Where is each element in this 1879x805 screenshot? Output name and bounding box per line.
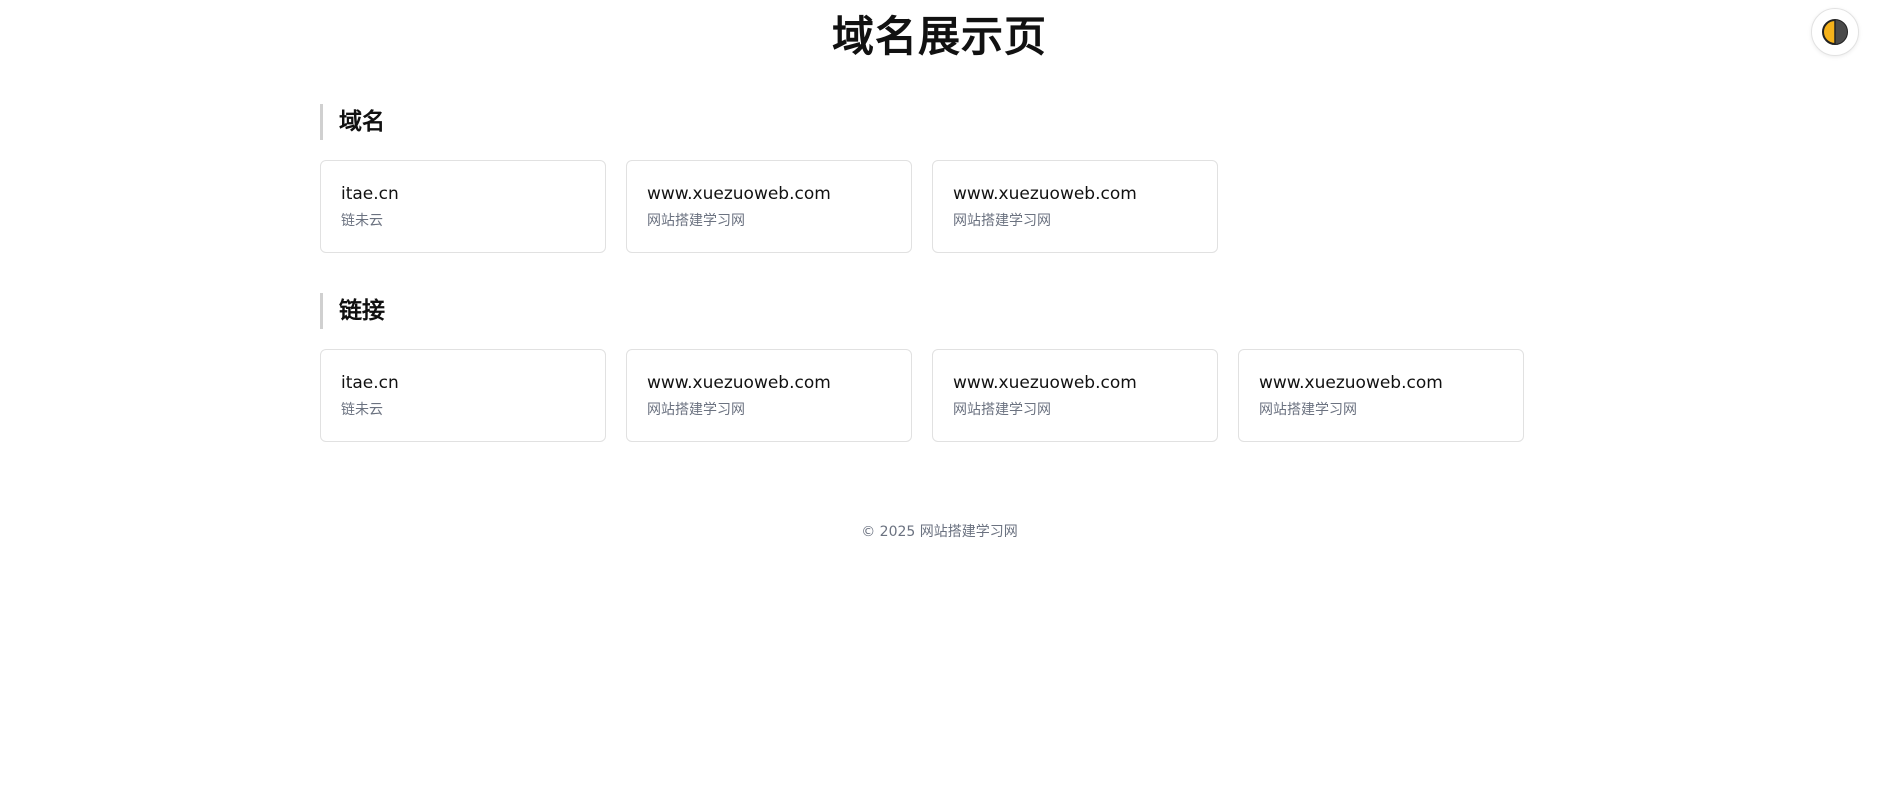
card-domain: www.xuezuoweb.com [647,184,831,204]
link-card[interactable]: www.xuezuoweb.com 网站搭建学习网 [932,349,1218,442]
link-card[interactable]: www.xuezuoweb.com 网站搭建学习网 [1238,349,1524,442]
theme-toggle-button[interactable] [1811,8,1859,56]
page: 域名展示页 域名 itae.cn 链未云 www.xuezuoweb.com 网… [0,0,1879,805]
card-domain: www.xuezuoweb.com [953,184,1137,204]
domain-card[interactable]: itae.cn 链未云 [320,160,606,253]
card-domain: www.xuezuoweb.com [1259,373,1443,393]
section-domains: 域名 itae.cn 链未云 www.xuezuoweb.com 网站搭建学习网… [320,104,1560,253]
card-description: 网站搭建学习网 [1259,402,1357,418]
card-domain: www.xuezuoweb.com [953,373,1137,393]
card-description: 网站搭建学习网 [953,213,1051,229]
card-description: 网站搭建学习网 [647,213,745,229]
card-description: 网站搭建学习网 [953,402,1051,418]
domain-card[interactable]: www.xuezuoweb.com 网站搭建学习网 [932,160,1218,253]
card-grid: itae.cn 链未云 www.xuezuoweb.com 网站搭建学习网 ww… [320,349,1560,442]
link-card[interactable]: www.xuezuoweb.com 网站搭建学习网 [626,349,912,442]
domain-card[interactable]: www.xuezuoweb.com 网站搭建学习网 [626,160,912,253]
theme-contrast-icon [1822,19,1848,45]
card-description: 链未云 [341,213,383,229]
card-domain: www.xuezuoweb.com [647,373,831,393]
card-grid: itae.cn 链未云 www.xuezuoweb.com 网站搭建学习网 ww… [320,160,1560,253]
section-links: 链接 itae.cn 链未云 www.xuezuoweb.com 网站搭建学习网… [320,293,1560,442]
card-domain: itae.cn [341,184,399,204]
card-domain: itae.cn [341,373,399,393]
card-description: 网站搭建学习网 [647,402,745,418]
card-description: 链未云 [341,402,383,418]
link-card[interactable]: itae.cn 链未云 [320,349,606,442]
main-content: 域名 itae.cn 链未云 www.xuezuoweb.com 网站搭建学习网… [320,104,1560,482]
section-title: 域名 [320,104,1560,140]
footer-copyright: © 2025 网站搭建学习网 [861,524,1018,540]
page-title: 域名展示页 [831,12,1047,61]
section-title: 链接 [320,293,1560,329]
